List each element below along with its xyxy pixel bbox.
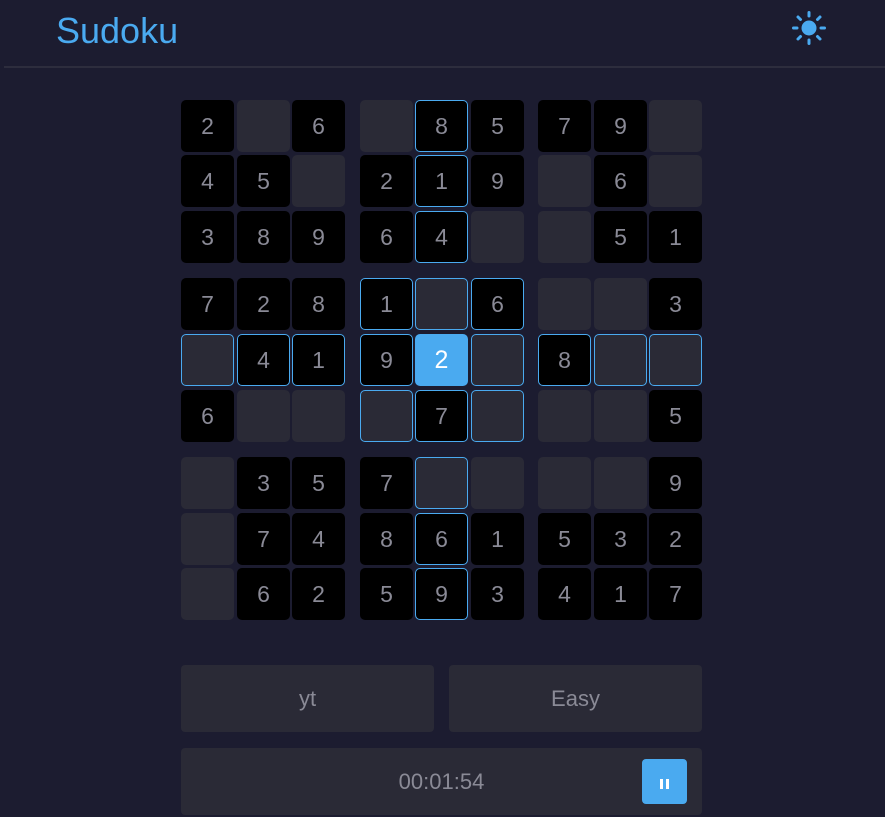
- cell-r9c7[interactable]: 4: [538, 568, 591, 620]
- header-divider: [4, 66, 885, 68]
- cell-r2c7[interactable]: [538, 155, 591, 207]
- cell-r1c5[interactable]: 8: [415, 100, 468, 152]
- cell-r6c7[interactable]: [538, 390, 591, 442]
- cell-r9c3[interactable]: 2: [292, 568, 345, 620]
- cell-r6c9[interactable]: 5: [649, 390, 702, 442]
- cell-r5c2[interactable]: 4: [237, 334, 290, 386]
- cell-r7c7[interactable]: [538, 457, 591, 509]
- cell-r2c8[interactable]: 6: [594, 155, 647, 207]
- cell-r1c3[interactable]: 6: [292, 100, 345, 152]
- cell-r4c1[interactable]: 7: [181, 278, 234, 330]
- cell-r1c2[interactable]: [237, 100, 290, 152]
- cell-r9c4[interactable]: 5: [360, 568, 413, 620]
- cell-r5c9[interactable]: [649, 334, 702, 386]
- cell-r8c3[interactable]: 4: [292, 513, 345, 565]
- cell-r5c1[interactable]: [181, 334, 234, 386]
- cell-r9c8[interactable]: 1: [594, 568, 647, 620]
- cell-r4c5[interactable]: [415, 278, 468, 330]
- cell-r3c2[interactable]: 8: [237, 211, 290, 263]
- theme-toggle-button[interactable]: [791, 10, 827, 46]
- cell-r2c6[interactable]: 9: [471, 155, 524, 207]
- cell-r1c6[interactable]: 5: [471, 100, 524, 152]
- cell-r7c2[interactable]: 3: [237, 457, 290, 509]
- cell-r6c6[interactable]: [471, 390, 524, 442]
- cell-r5c5[interactable]: 2: [415, 334, 468, 386]
- cell-r9c6[interactable]: 3: [471, 568, 524, 620]
- header: Sudoku: [0, 0, 885, 68]
- sudoku-board: 2685794521963896451728163419286753579748…: [181, 100, 702, 620]
- cell-r9c1[interactable]: [181, 568, 234, 620]
- pause-button[interactable]: [642, 759, 687, 804]
- cell-r6c8[interactable]: [594, 390, 647, 442]
- sun-icon: [792, 11, 826, 45]
- cell-r9c9[interactable]: 7: [649, 568, 702, 620]
- player-name-display: yt: [181, 665, 434, 732]
- cell-r2c2[interactable]: 5: [237, 155, 290, 207]
- cell-r2c5[interactable]: 1: [415, 155, 468, 207]
- cell-r9c5[interactable]: 9: [415, 568, 468, 620]
- cell-r7c4[interactable]: 7: [360, 457, 413, 509]
- cell-r7c1[interactable]: [181, 457, 234, 509]
- cell-r6c2[interactable]: [237, 390, 290, 442]
- cell-r6c3[interactable]: [292, 390, 345, 442]
- cell-r5c6[interactable]: [471, 334, 524, 386]
- cell-r3c9[interactable]: 1: [649, 211, 702, 263]
- cell-r8c5[interactable]: 6: [415, 513, 468, 565]
- cell-r3c3[interactable]: 9: [292, 211, 345, 263]
- cell-r4c2[interactable]: 2: [237, 278, 290, 330]
- cell-r8c7[interactable]: 5: [538, 513, 591, 565]
- cell-r6c5[interactable]: 7: [415, 390, 468, 442]
- cell-r2c1[interactable]: 4: [181, 155, 234, 207]
- cell-r3c5[interactable]: 4: [415, 211, 468, 263]
- cell-r5c7[interactable]: 8: [538, 334, 591, 386]
- cell-r8c9[interactable]: 2: [649, 513, 702, 565]
- cell-r1c7[interactable]: 7: [538, 100, 591, 152]
- cell-r1c1[interactable]: 2: [181, 100, 234, 152]
- cell-r2c9[interactable]: [649, 155, 702, 207]
- app-title: Sudoku: [56, 10, 179, 51]
- cell-r1c9[interactable]: [649, 100, 702, 152]
- cell-r6c4[interactable]: [360, 390, 413, 442]
- cell-r4c8[interactable]: [594, 278, 647, 330]
- timer-bar: 00:01:54: [181, 748, 702, 815]
- cell-r7c8[interactable]: [594, 457, 647, 509]
- cell-r4c6[interactable]: 6: [471, 278, 524, 330]
- cell-r7c3[interactable]: 5: [292, 457, 345, 509]
- cell-r4c3[interactable]: 8: [292, 278, 345, 330]
- cell-r3c1[interactable]: 3: [181, 211, 234, 263]
- cell-r1c4[interactable]: [360, 100, 413, 152]
- cell-r3c4[interactable]: 6: [360, 211, 413, 263]
- cell-r8c1[interactable]: [181, 513, 234, 565]
- cell-r5c3[interactable]: 1: [292, 334, 345, 386]
- cell-r8c4[interactable]: 8: [360, 513, 413, 565]
- cell-r4c9[interactable]: 3: [649, 278, 702, 330]
- cell-r8c6[interactable]: 1: [471, 513, 524, 565]
- cell-r4c4[interactable]: 1: [360, 278, 413, 330]
- cell-r7c5[interactable]: [415, 457, 468, 509]
- cell-r5c4[interactable]: 9: [360, 334, 413, 386]
- cell-r7c9[interactable]: 9: [649, 457, 702, 509]
- cell-r4c7[interactable]: [538, 278, 591, 330]
- cell-r9c2[interactable]: 6: [237, 568, 290, 620]
- pause-icon: [659, 769, 671, 795]
- cell-r8c8[interactable]: 3: [594, 513, 647, 565]
- cell-r3c7[interactable]: [538, 211, 591, 263]
- cell-r2c4[interactable]: 2: [360, 155, 413, 207]
- cell-r1c8[interactable]: 9: [594, 100, 647, 152]
- difficulty-select[interactable]: Easy: [449, 665, 702, 732]
- cell-r5c8[interactable]: [594, 334, 647, 386]
- cell-r3c8[interactable]: 5: [594, 211, 647, 263]
- cell-r3c6[interactable]: [471, 211, 524, 263]
- cell-r8c2[interactable]: 7: [237, 513, 290, 565]
- cell-r7c6[interactable]: [471, 457, 524, 509]
- timer-text: 00:01:54: [398, 768, 485, 794]
- cell-r6c1[interactable]: 6: [181, 390, 234, 442]
- cell-r2c3[interactable]: [292, 155, 345, 207]
